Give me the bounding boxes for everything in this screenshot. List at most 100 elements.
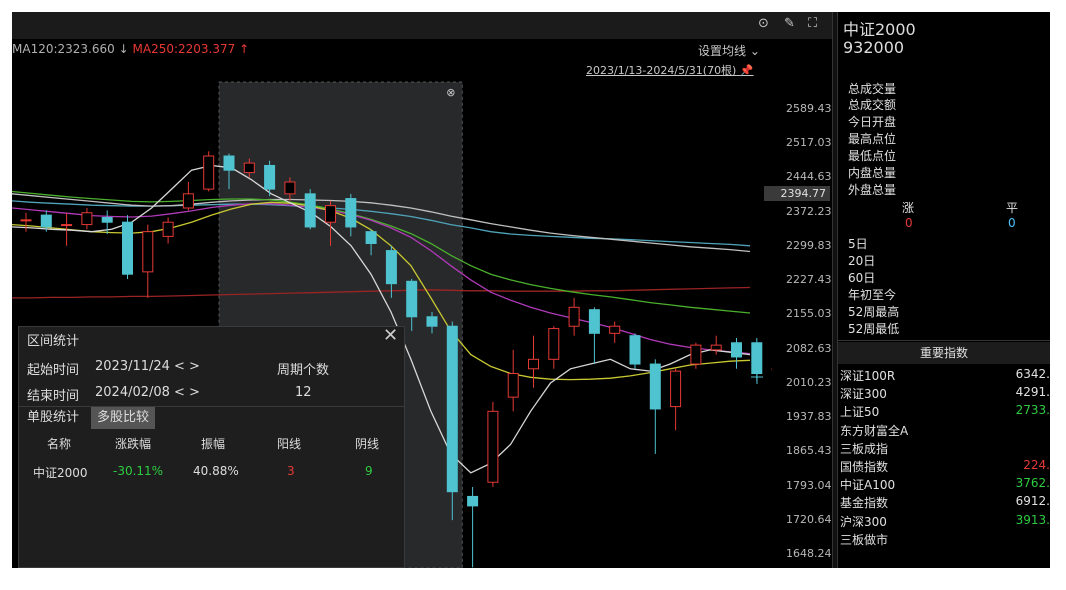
index-row-value: 3913. xyxy=(1015,512,1050,527)
flat-label: 平 xyxy=(1006,201,1019,215)
row-name[interactable]: 中证2000 xyxy=(33,464,88,481)
end-time-value: 2024/02/08 xyxy=(95,385,170,400)
candle-body[interactable] xyxy=(40,214,52,228)
candle-body[interactable] xyxy=(203,155,215,190)
candle-body[interactable] xyxy=(81,212,93,226)
index-row[interactable]: 三板做市 xyxy=(838,531,1050,549)
index-row[interactable]: 深证100R 6342. xyxy=(838,367,1050,385)
index-row-name: 深证300 xyxy=(840,387,887,402)
current-price-tag: 2394.77 xyxy=(764,186,830,201)
highlight-close-icon[interactable]: ⊗ xyxy=(446,86,455,99)
y-tick-label: 2227.43 xyxy=(786,273,832,287)
y-tick-label: 1648.24 xyxy=(786,547,832,560)
y-tick-label: 2299.83 xyxy=(786,238,832,252)
col-up: 阳线 xyxy=(277,437,302,451)
end-time-nav[interactable]: < > xyxy=(174,385,200,400)
y-tick-label: 2372.23 xyxy=(786,204,832,218)
candle-body[interactable] xyxy=(243,162,255,174)
period-ytd: 年初至今 xyxy=(848,288,897,302)
index-row-name: 三板成指 xyxy=(840,441,889,456)
candle-body[interactable] xyxy=(649,363,661,410)
col-down: 阴线 xyxy=(355,437,380,451)
candle-body[interactable] xyxy=(568,306,580,327)
index-row[interactable]: 三板成指 xyxy=(838,440,1050,458)
col-amplitude: 振幅 xyxy=(201,437,226,451)
candle-body[interactable] xyxy=(61,224,73,227)
index-row-value: 3762. xyxy=(1015,476,1050,491)
index-name: 中证2000 xyxy=(843,20,916,39)
candle-body[interactable] xyxy=(690,344,702,365)
start-time-value: 2023/11/24 xyxy=(95,359,170,374)
field-high: 最高点位 xyxy=(848,132,897,146)
period-count-label: 周期个数 xyxy=(277,363,330,378)
fullscreen-icon[interactable]: ⛶ xyxy=(808,16,817,31)
index-row[interactable]: 国债指数 224. xyxy=(838,458,1050,476)
index-row-name: 中证A100 xyxy=(840,478,896,493)
start-time-nav[interactable]: < > xyxy=(174,359,200,374)
row-up: 3 xyxy=(287,464,295,478)
candle-body[interactable] xyxy=(325,205,336,223)
candle-body[interactable] xyxy=(528,358,539,370)
candle-body[interactable] xyxy=(20,219,32,222)
candle-body[interactable] xyxy=(182,193,194,209)
index-row[interactable]: 沪深300 3913. xyxy=(838,513,1050,531)
candle-body[interactable] xyxy=(426,316,438,327)
index-row-name: 上证50 xyxy=(840,405,880,420)
candle-body[interactable] xyxy=(731,342,742,358)
index-row[interactable]: 深证300 4291. xyxy=(838,385,1050,403)
candle-body[interactable] xyxy=(487,410,499,483)
field-total-volume: 总成交量 xyxy=(848,82,897,96)
y-tick-label: 2517.03 xyxy=(786,136,832,150)
index-row[interactable]: 中证A100 3762. xyxy=(838,476,1050,494)
candle-body[interactable] xyxy=(365,231,377,244)
candle-body[interactable] xyxy=(122,221,133,275)
candle-body[interactable] xyxy=(507,373,519,398)
candle-body[interactable] xyxy=(223,155,235,171)
field-outer-volume: 外盘总量 xyxy=(848,183,897,197)
index-row[interactable]: 上证50 2733. xyxy=(838,403,1050,421)
y-tick-label: 2155.03 xyxy=(786,307,832,321)
start-time-label: 起始时间 xyxy=(27,363,80,378)
period-60d: 60日 xyxy=(848,271,876,285)
candle-body[interactable] xyxy=(629,335,641,365)
index-row-name: 基金指数 xyxy=(840,496,889,511)
index-row[interactable]: 基金指数 6912. xyxy=(838,494,1050,512)
index-row-name: 沪深300 xyxy=(840,514,887,529)
candle-body[interactable] xyxy=(142,231,154,273)
period-52w-low: 52周最低 xyxy=(848,322,900,336)
period-52w-high: 52周最高 xyxy=(848,305,900,319)
candle-body[interactable] xyxy=(588,309,600,334)
candle-body[interactable] xyxy=(284,181,296,195)
candle-body[interactable] xyxy=(385,250,397,285)
candle-body[interactable] xyxy=(670,370,682,408)
candle-body[interactable] xyxy=(609,325,621,334)
candle-body[interactable] xyxy=(101,216,113,223)
tab-single-stats[interactable]: 单股统计 xyxy=(21,407,85,429)
quote-panel: 中证2000 932000 总成交量 总成交额 今日开盘 最高点位 最低点位 内… xyxy=(838,12,1050,568)
candle-body[interactable] xyxy=(264,164,276,190)
index-row[interactable]: 东方财富全A xyxy=(838,422,1050,440)
index-row-name: 深证100R xyxy=(840,369,896,383)
candle-body[interactable] xyxy=(345,198,357,228)
panel-title: 区间统计 xyxy=(27,334,80,349)
index-row-value: 6912. xyxy=(1015,494,1050,509)
index-row-name: 东方财富全A xyxy=(840,423,909,438)
candle-body[interactable] xyxy=(467,495,479,507)
candle-body[interactable] xyxy=(406,280,418,318)
period-20d: 20日 xyxy=(848,254,876,268)
close-icon[interactable]: ✕ xyxy=(383,325,398,346)
tab-multi-compare[interactable]: 多股比较 xyxy=(91,407,156,429)
pen-icon[interactable]: ✎ xyxy=(784,16,795,31)
candle-body[interactable] xyxy=(446,325,458,493)
candle-body[interactable] xyxy=(304,193,316,228)
candle-body[interactable] xyxy=(548,328,560,360)
candle-body[interactable] xyxy=(710,344,722,351)
y-tick-label: 1865.43 xyxy=(786,444,832,458)
important-index-header[interactable]: 重要指数 xyxy=(838,342,1050,364)
field-total-amount: 总成交额 xyxy=(848,98,897,112)
row-change: -30.11% xyxy=(113,464,164,478)
y-tick-label: 1937.83 xyxy=(786,410,832,424)
candle-body[interactable] xyxy=(162,221,174,237)
end-time-label: 结束时间 xyxy=(27,389,80,404)
field-open: 今日开盘 xyxy=(848,115,897,129)
